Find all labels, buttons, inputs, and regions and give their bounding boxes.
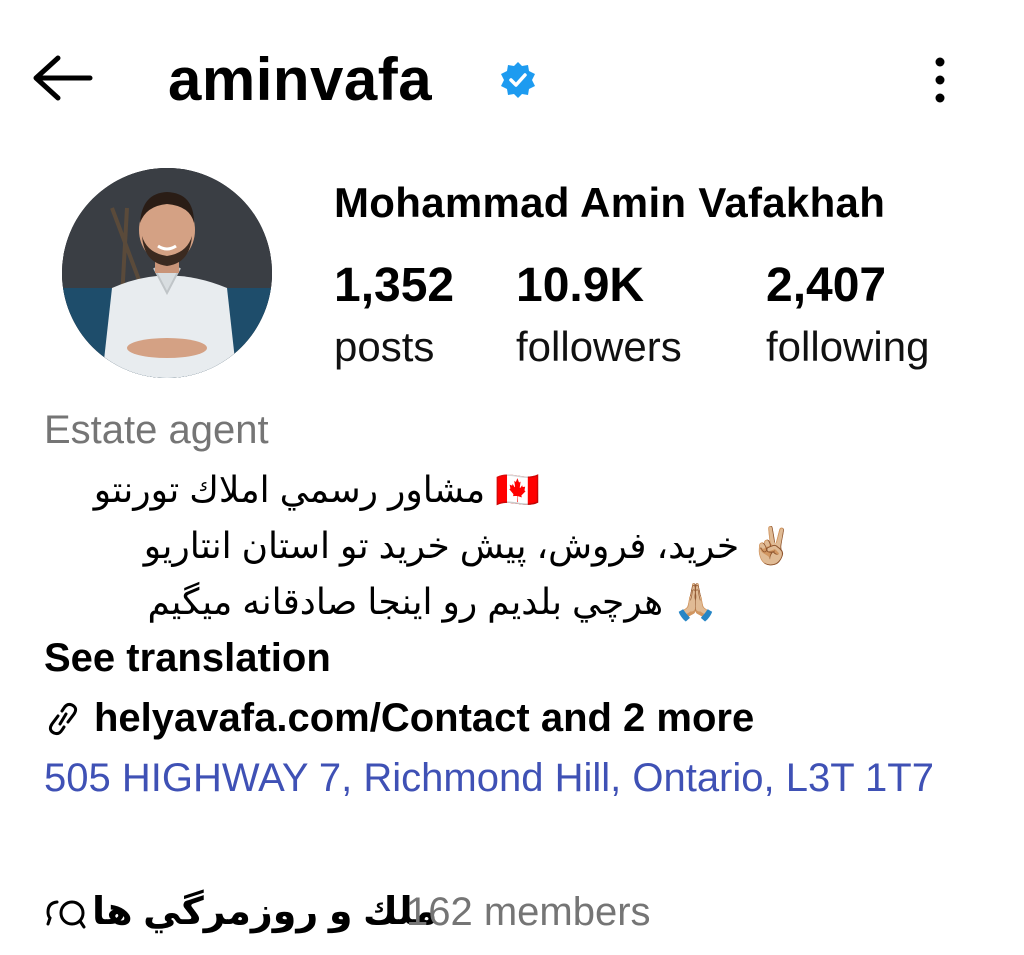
avatar-photo <box>62 168 272 378</box>
profile-link-text: helyavafa.com/Contact and 2 more <box>94 696 755 740</box>
channel-name: ملك و روزمرگي ها <box>92 891 438 933</box>
bio-line: ✌🏼 خريد، فروش، پيش خريد تو استان انتاريو <box>143 525 794 566</box>
link-icon <box>48 702 78 736</box>
bio-line: 🙏🏼 هرچي بلديم رو اينجا صادقانه ميگيم <box>147 581 718 622</box>
stat-followers-label: followers <box>516 323 682 370</box>
verified-badge-icon <box>501 62 535 98</box>
see-translation-button[interactable]: See translation <box>44 630 331 686</box>
bio-line: 🇨🇦 مشاور رسمي املاك تورنتو <box>93 469 540 510</box>
channel-members: 162 members <box>406 890 651 934</box>
more-vertical-icon[interactable] <box>920 52 960 108</box>
top-bar: aminvafa <box>0 0 1024 160</box>
profile-username: aminvafa <box>168 46 433 113</box>
profile-address[interactable]: 505 HIGHWAY 7, Richmond Hill, Ontario, L… <box>44 750 1004 806</box>
arrow-left-icon[interactable] <box>30 50 96 106</box>
stat-followers[interactable]: 10.9K followers <box>516 255 682 377</box>
stat-posts[interactable]: 1,352 posts <box>334 255 454 377</box>
stat-following-label: following <box>766 323 930 370</box>
chat-bubbles-icon <box>46 900 86 929</box>
stat-following-value: 2,407 <box>766 259 887 312</box>
profile-category: Estate agent <box>44 408 269 452</box>
stat-followers-value: 10.9K <box>516 259 645 312</box>
profile-full-name: Mohammad Amin Vafakhah <box>334 179 886 226</box>
stat-posts-label: posts <box>334 323 435 370</box>
stat-posts-value: 1,352 <box>334 259 455 312</box>
profile-avatar[interactable] <box>62 168 272 378</box>
stat-following[interactable]: 2,407 following <box>766 255 929 377</box>
